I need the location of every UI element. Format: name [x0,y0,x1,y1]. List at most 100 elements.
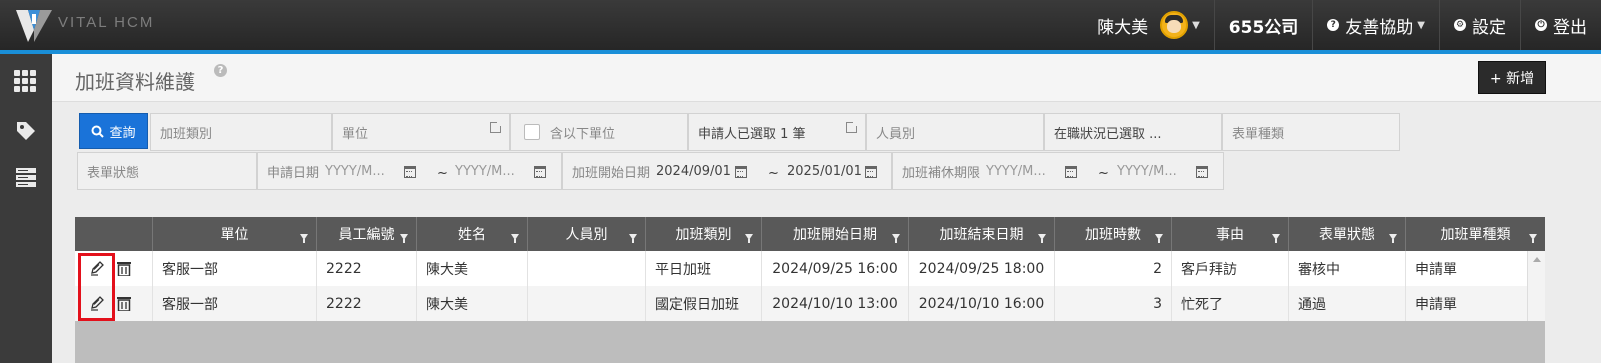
vital-logo-icon[interactable] [14,6,54,44]
start-date-label: 加班開始日期 [572,165,651,181]
help-icon[interactable]: ? [214,64,227,77]
trash-icon[interactable] [117,261,131,276]
cell-ot-type: 國定假日加班 [646,286,762,321]
employment-status-select[interactable]: 在職狀況已選取 ... [1044,113,1222,151]
user-menu[interactable]: 陳大美 ▼ [1097,0,1214,50]
table-row[interactable]: 客服一部 2222 陳大美 國定假日加班 2024/10/10 13:00 20… [75,286,1527,321]
filter-icon[interactable] [1155,234,1163,243]
cell-status: 審核中 [1289,251,1406,286]
calendar-icon[interactable] [1065,166,1077,178]
column-header[interactable]: 單位 [153,217,317,251]
unit-picker[interactable]: 單位 [332,113,510,151]
employment-status-label: 在職狀況已選取 ... [1054,126,1162,142]
cell-reason: 客戶拜訪 [1172,251,1289,286]
column-header[interactable]: 加班單種類 [1406,217,1545,251]
start-date-from-input[interactable]: 2024/09/01 [656,164,731,179]
form-category-select[interactable]: 表單種類 [1222,113,1400,151]
form-status-select[interactable]: 表單狀態 [77,152,257,190]
form-category-placeholder: 表單種類 [1232,126,1285,142]
include-sub-units-checkbox[interactable]: 含以下單位 [510,113,688,151]
column-header[interactable]: 員工編號 [317,217,417,251]
comp-deadline-to-input[interactable]: YYYY/M... [1117,164,1177,179]
tag-icon[interactable] [14,120,38,142]
open-external-icon[interactable] [490,121,502,133]
apply-date-from-input[interactable]: YYYY/M... [325,164,385,179]
filter-icon[interactable] [892,234,900,243]
settings-link[interactable]: ⚙ 設定 [1440,0,1520,50]
logo-text: VITAL HCM [58,14,155,31]
filter-icon[interactable] [629,234,637,243]
column-header[interactable]: 人員別 [528,217,646,251]
applicant-picker[interactable]: 申請人已選取 1 筆 [688,113,866,151]
table-row[interactable]: 客服一部 2222 陳大美 平日加班 2024/09/25 16:00 2024… [75,251,1527,286]
power-icon: ⏻ [1535,19,1547,31]
column-header[interactable]: 事由 [1172,217,1289,251]
filter-icon[interactable] [400,234,408,243]
help-icon: ? [1327,19,1340,31]
help-menu-label: 友善協助 [1345,17,1414,38]
highlight-box [78,253,115,321]
sidebar [0,54,52,363]
calendar-icon[interactable] [404,166,416,178]
range-tilde: ~ [768,166,779,181]
apply-date-range: 申請日期 YYYY/M... ~ YYYY/M... [257,152,562,190]
column-header[interactable]: 加班類別 [646,217,762,251]
filter-icon[interactable] [1272,234,1280,243]
server-icon[interactable] [14,167,38,189]
search-icon [91,125,105,138]
filter-icon[interactable] [745,234,753,243]
cell-hours: 3 [1055,286,1172,321]
filter-icon[interactable] [1389,234,1397,243]
table-header: 單位 員工編號 姓名 人員別 加班類別 加班開始日期 加班結束日期 加班時數 事… [75,217,1545,251]
cell-hours: 2 [1055,251,1172,286]
form-status-placeholder: 表單狀態 [87,165,140,181]
scroll-up-icon[interactable] [1533,257,1541,262]
calendar-icon[interactable] [1196,166,1208,178]
overtime-table: 單位 員工編號 姓名 人員別 加班類別 加班開始日期 加班結束日期 加班時數 事… [75,217,1545,363]
apply-date-label: 申請日期 [267,165,320,181]
cell-end: 2024/10/10 16:00 [909,286,1055,321]
filter-icon[interactable] [511,234,519,243]
unit-placeholder: 單位 [342,126,369,142]
cell-ot-type: 平日加班 [646,251,762,286]
apply-date-to-input[interactable]: YYYY/M... [455,164,515,179]
cell-personnel-type [528,251,646,286]
column-header[interactable]: 加班結束日期 [909,217,1055,251]
add-button[interactable]: + 新增 [1478,61,1546,94]
checkbox[interactable] [524,124,540,140]
settings-label: 設定 [1472,17,1506,38]
applicant-selected-label: 申請人已選取 1 筆 [698,126,806,142]
calendar-icon[interactable] [735,166,747,178]
filter-icon[interactable] [300,234,308,243]
logout-link[interactable]: ⏻ 登出 [1521,0,1601,50]
personnel-type-select[interactable]: 人員別 [866,113,1044,151]
overtime-type-select[interactable]: 加班類別 [150,113,332,151]
column-header[interactable]: 表單狀態 [1289,217,1406,251]
column-header[interactable]: 加班時數 [1055,217,1172,251]
filter-icon[interactable] [1038,234,1046,243]
column-header[interactable]: 加班開始日期 [762,217,909,251]
apps-grid-icon[interactable] [14,70,38,92]
comp-deadline-from-input[interactable]: YYYY/M... [986,164,1046,179]
column-header[interactable]: 姓名 [417,217,528,251]
calendar-icon[interactable] [534,166,546,178]
page-header: 加班資料維護 ? + 新增 [52,54,1601,102]
start-date-to-input[interactable]: 2025/01/01 [787,164,862,179]
page-title: 加班資料維護 [75,70,195,94]
cell-status: 通過 [1289,286,1406,321]
cell-start: 2024/09/25 16:00 [762,251,909,286]
calendar-icon[interactable] [865,166,877,178]
table-scrollbar[interactable] [1527,251,1545,321]
start-date-range: 加班開始日期 2024/09/01 ~ 2025/01/01 [562,152,892,190]
open-external-icon[interactable] [846,121,858,133]
chevron-down-icon: ▼ [1417,19,1425,31]
filter-icon[interactable] [1529,234,1537,243]
user-name: 陳大美 [1097,17,1149,38]
company-label[interactable]: 655公司 [1215,0,1313,50]
help-menu[interactable]: ? 友善協助 ▼ [1313,0,1439,50]
range-tilde: ~ [1098,166,1109,181]
avatar[interactable] [1160,11,1189,39]
query-button[interactable]: 查詢 [79,113,148,149]
range-tilde: ~ [437,166,448,181]
trash-icon[interactable] [117,296,131,311]
